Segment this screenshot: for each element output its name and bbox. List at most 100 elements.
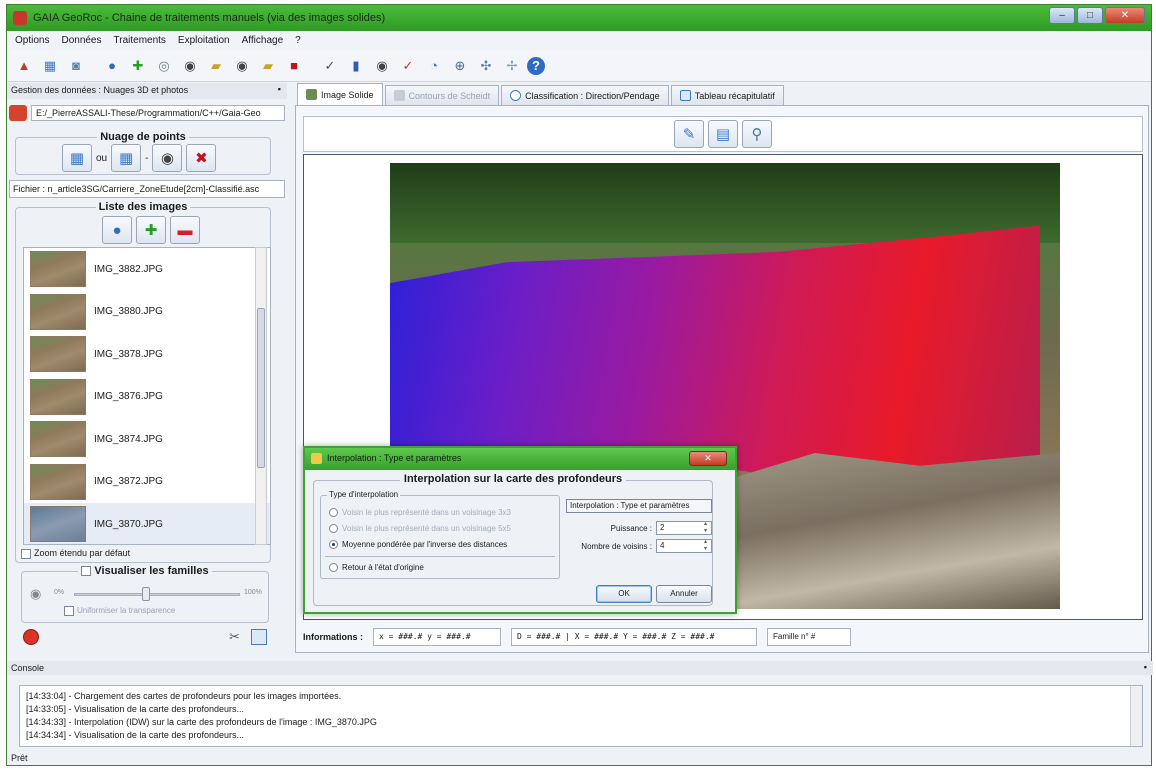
pin-icon[interactable]: ✣ [475, 55, 497, 77]
check2-icon[interactable]: ✓ [397, 55, 419, 77]
option-5x5[interactable]: Voisin le plus représenté dans un voisin… [329, 524, 511, 533]
list-item[interactable]: IMG_3880.JPG [24, 291, 270, 334]
view-cloud-button[interactable]: ◉ [152, 144, 183, 172]
option-idw[interactable]: Moyenne pondérée par l'inverse des dista… [329, 540, 507, 549]
radio-5x5[interactable] [329, 524, 338, 533]
folder-open-icon[interactable] [9, 105, 27, 121]
radio-idw[interactable] [329, 540, 338, 549]
zoom-checkbox-row[interactable]: Zoom étendu par défaut [21, 548, 130, 559]
folder2-icon[interactable]: ▰ [257, 55, 279, 77]
add-image-button[interactable]: ✚ [136, 216, 166, 244]
dock-pin-icon[interactable]: ▪ [278, 84, 281, 94]
cancel-button[interactable]: Annuler [656, 585, 712, 603]
menu-options[interactable]: Options [15, 35, 49, 46]
list-item[interactable]: IMG_3878.JPG [24, 333, 270, 376]
families-toggle[interactable]: Visualiser les familles [78, 565, 212, 577]
list-item[interactable]: IMG_3882.JPG [24, 248, 270, 291]
pin2-icon[interactable]: ✢ [501, 55, 523, 77]
classification-tab-icon [510, 90, 522, 101]
load-cloud-alt-button[interactable]: ▦ [111, 144, 142, 172]
image-info-button[interactable]: ● [102, 216, 132, 244]
gallery-icon[interactable]: ▦ [39, 55, 61, 77]
zoom-icon[interactable]: ⊕ [449, 55, 471, 77]
dialog-title-bar[interactable]: Interpolation : Type et paramètres ✕ [305, 448, 735, 470]
zoom-checkbox[interactable] [21, 548, 31, 559]
settings-tools-icon[interactable]: ✂ [229, 629, 245, 645]
uniform-checkbox[interactable] [64, 606, 74, 616]
solid-image-tab-icon [306, 89, 317, 100]
radio-3x3[interactable] [329, 508, 338, 517]
interpolation-dialog: Interpolation : Type et paramètres ✕ Int… [303, 446, 737, 614]
list-item[interactable]: IMG_3872.JPG [24, 461, 270, 504]
tab-contours-scheidt[interactable]: Contours de Scheidt [384, 85, 500, 105]
console-log[interactable]: [14:33:04] - Chargement des cartes de pr… [19, 685, 1143, 747]
uniform-checkbox-row[interactable]: Uniformiser la transparence [64, 606, 175, 616]
folder-icon[interactable]: ▰ [205, 55, 227, 77]
transparency-slider[interactable] [74, 593, 240, 596]
menu-donnees[interactable]: Données [61, 35, 101, 46]
menu-help[interactable]: ? [295, 35, 301, 46]
open-project-icon[interactable]: ▲ [13, 55, 35, 77]
export-icon[interactable] [251, 629, 267, 645]
tab-classification[interactable]: Classification : Direction/Pendage [501, 85, 669, 105]
check-icon[interactable]: ✓ [319, 55, 341, 77]
power-icon[interactable] [23, 629, 39, 645]
power-spinbox[interactable]: 2 [656, 521, 712, 535]
eye2-icon[interactable]: ◉ [231, 55, 253, 77]
stop-icon[interactable]: ■ [283, 55, 305, 77]
tab-recapitulatif[interactable]: Tableau récapitulatif [670, 85, 784, 105]
load-cloud-button[interactable]: ▦ [62, 144, 92, 172]
menu-exploitation[interactable]: Exploitation [178, 35, 230, 46]
add-user-icon[interactable]: ● [101, 55, 123, 77]
remove-cloud-button[interactable]: ✖ [186, 144, 217, 172]
minimize-button[interactable]: – [1049, 7, 1075, 24]
or-label: ou [96, 152, 108, 164]
tab-image-solide[interactable]: Image Solide [297, 83, 383, 105]
compass-icon[interactable]: ◔ [423, 55, 445, 77]
eye-icon[interactable]: ◉ [179, 55, 201, 77]
print-button[interactable]: ▤ [708, 120, 738, 148]
image-list-scrollbar[interactable] [255, 247, 267, 545]
power-row: Puissance :2 [566, 521, 712, 535]
image-list[interactable]: IMG_3882.JPG IMG_3880.JPG IMG_3878.JPG I… [23, 247, 271, 545]
book-icon[interactable]: ▮ [345, 55, 367, 77]
title-bar[interactable]: GAIA GeoRoc - Chaine de traitements manu… [7, 5, 1151, 31]
interpolation-group-title: Interpolation sur la carte des profondeu… [399, 473, 627, 485]
zoom-button[interactable]: ⚲ [742, 120, 772, 148]
console-pin-icon[interactable]: ▪ [1144, 662, 1147, 672]
list-item[interactable]: IMG_3874.JPG [24, 418, 270, 461]
help-icon[interactable]: ? [527, 56, 545, 75]
target-icon[interactable]: ◎ [153, 55, 175, 77]
menu-affichage[interactable]: Affichage [242, 35, 284, 46]
menu-traitements[interactable]: Traitements [114, 35, 166, 46]
left-dock-title: Gestion des données : Nuages 3D et photo… [7, 83, 287, 99]
families-checkbox[interactable] [81, 566, 92, 577]
console-line: [14:33:05] - Visualisation de la carte d… [26, 704, 244, 714]
maximize-button[interactable]: □ [1077, 7, 1103, 24]
dialog-title: Interpolation : Type et paramètres [327, 453, 462, 463]
rubble-area [710, 453, 1060, 609]
slider-handle[interactable] [142, 587, 150, 601]
close-button[interactable]: ✕ [1105, 7, 1145, 24]
left-dock-title-text: Gestion des données : Nuages 3D et photo… [11, 85, 189, 95]
eye3-icon[interactable]: ◉ [371, 55, 393, 77]
add-icon[interactable]: ✚ [127, 55, 149, 77]
edit-image-button[interactable]: ✎ [674, 120, 704, 148]
ok-button[interactable]: OK [596, 585, 652, 603]
xy-readout: x = ###.# y = ###.# [373, 628, 501, 646]
console-scrollbar[interactable] [1130, 686, 1142, 746]
image-thumbnail [30, 506, 86, 543]
remove-image-button[interactable]: ▬ [170, 216, 200, 244]
radio-reset[interactable] [329, 563, 338, 572]
scrollbar-thumb[interactable] [257, 308, 265, 468]
dialog-close-button[interactable]: ✕ [689, 451, 727, 466]
neighbors-spinbox[interactable]: 4 [656, 539, 712, 553]
camera-icon[interactable]: ◙ [65, 55, 87, 77]
slider-max-label: 100% [244, 589, 262, 596]
list-item-selected[interactable]: IMG_3870.JPG [24, 503, 270, 544]
option-3x3[interactable]: Voisin le plus représenté dans un voisin… [329, 508, 511, 517]
option-reset[interactable]: Retour à l'état d'origine [329, 563, 424, 572]
interpolation-type-title: Type d'interpolation [327, 490, 401, 499]
list-item[interactable]: IMG_3876.JPG [24, 376, 270, 419]
project-path[interactable]: E:/_PierreASSALI-These/Programmation/C++… [31, 105, 285, 121]
